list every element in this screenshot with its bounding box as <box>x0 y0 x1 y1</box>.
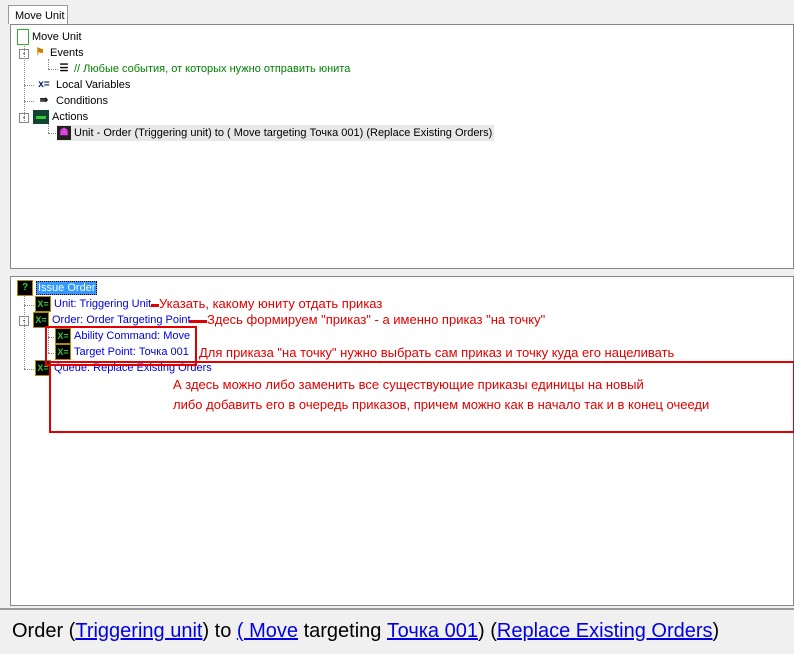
annotation-connector <box>151 304 159 307</box>
annotation-unit: Указать, какому юниту отдать приказ <box>159 296 383 311</box>
parameter-icon: X= <box>35 296 51 313</box>
annotation-point: Для приказа "на точку" нужно выбрать сам… <box>199 345 675 360</box>
collapse-icon[interactable]: - <box>19 49 29 59</box>
clapper-icon: ▬ <box>33 110 49 125</box>
link-queue[interactable]: Replace Existing Orders <box>497 620 713 642</box>
annotation-queue-line2: либо добавить его в очередь приказов, пр… <box>173 397 710 412</box>
unit-icon: ☗ <box>57 126 71 141</box>
link-move[interactable]: ( Move <box>237 620 298 642</box>
list-icon: ☰ <box>59 63 69 75</box>
tree-local-variables[interactable]: x= Local Variables <box>35 77 130 93</box>
variable-icon: x= <box>38 79 50 91</box>
link-target-point[interactable]: Точка 001 <box>387 620 478 642</box>
trigger-tree-panel: Move Unit - ⚑ Events ☰// Любые события, от… <box>10 24 794 269</box>
tree-action-item[interactable]: ☗ Unit - Order (Triggering unit) to ( Mov… <box>57 125 495 141</box>
tree-root[interactable]: Move Unit <box>17 29 82 46</box>
tree-event-comment[interactable]: ☰// Любые события, от которых нужно отпр… <box>57 61 351 77</box>
annotation-box <box>45 326 197 366</box>
param-root[interactable]: ? Issue Order <box>17 280 98 297</box>
tree-events[interactable]: - ⚑ Events <box>19 45 84 61</box>
arrow-icon: ⇛ <box>39 95 49 107</box>
tab-move-unit[interactable]: Move Unit <box>8 5 68 24</box>
document-icon <box>17 29 29 46</box>
question-icon: ? <box>17 280 33 297</box>
annotation-connector <box>189 320 207 323</box>
tree-actions[interactable]: - ▬ Actions <box>19 109 88 125</box>
collapse-icon[interactable]: - <box>19 316 29 326</box>
annotation-queue-line1: А здесь можно либо заменить все существу… <box>173 377 644 392</box>
annotation-order: Здесь формируем "приказ" - а именно прик… <box>207 312 546 327</box>
tree-conditions[interactable]: ⇛ Conditions <box>35 93 108 109</box>
link-triggering-unit[interactable]: Triggering unit <box>75 620 202 642</box>
action-summary: Order (Triggering unit) to ( Move target… <box>0 608 794 654</box>
collapse-icon[interactable]: - <box>19 113 29 123</box>
flag-icon: ⚑ <box>35 47 45 59</box>
parameters-panel: ? Issue Order X= Unit: Triggering Unit - X=… <box>10 276 794 606</box>
param-unit[interactable]: X= Unit: Triggering Unit <box>35 296 151 313</box>
